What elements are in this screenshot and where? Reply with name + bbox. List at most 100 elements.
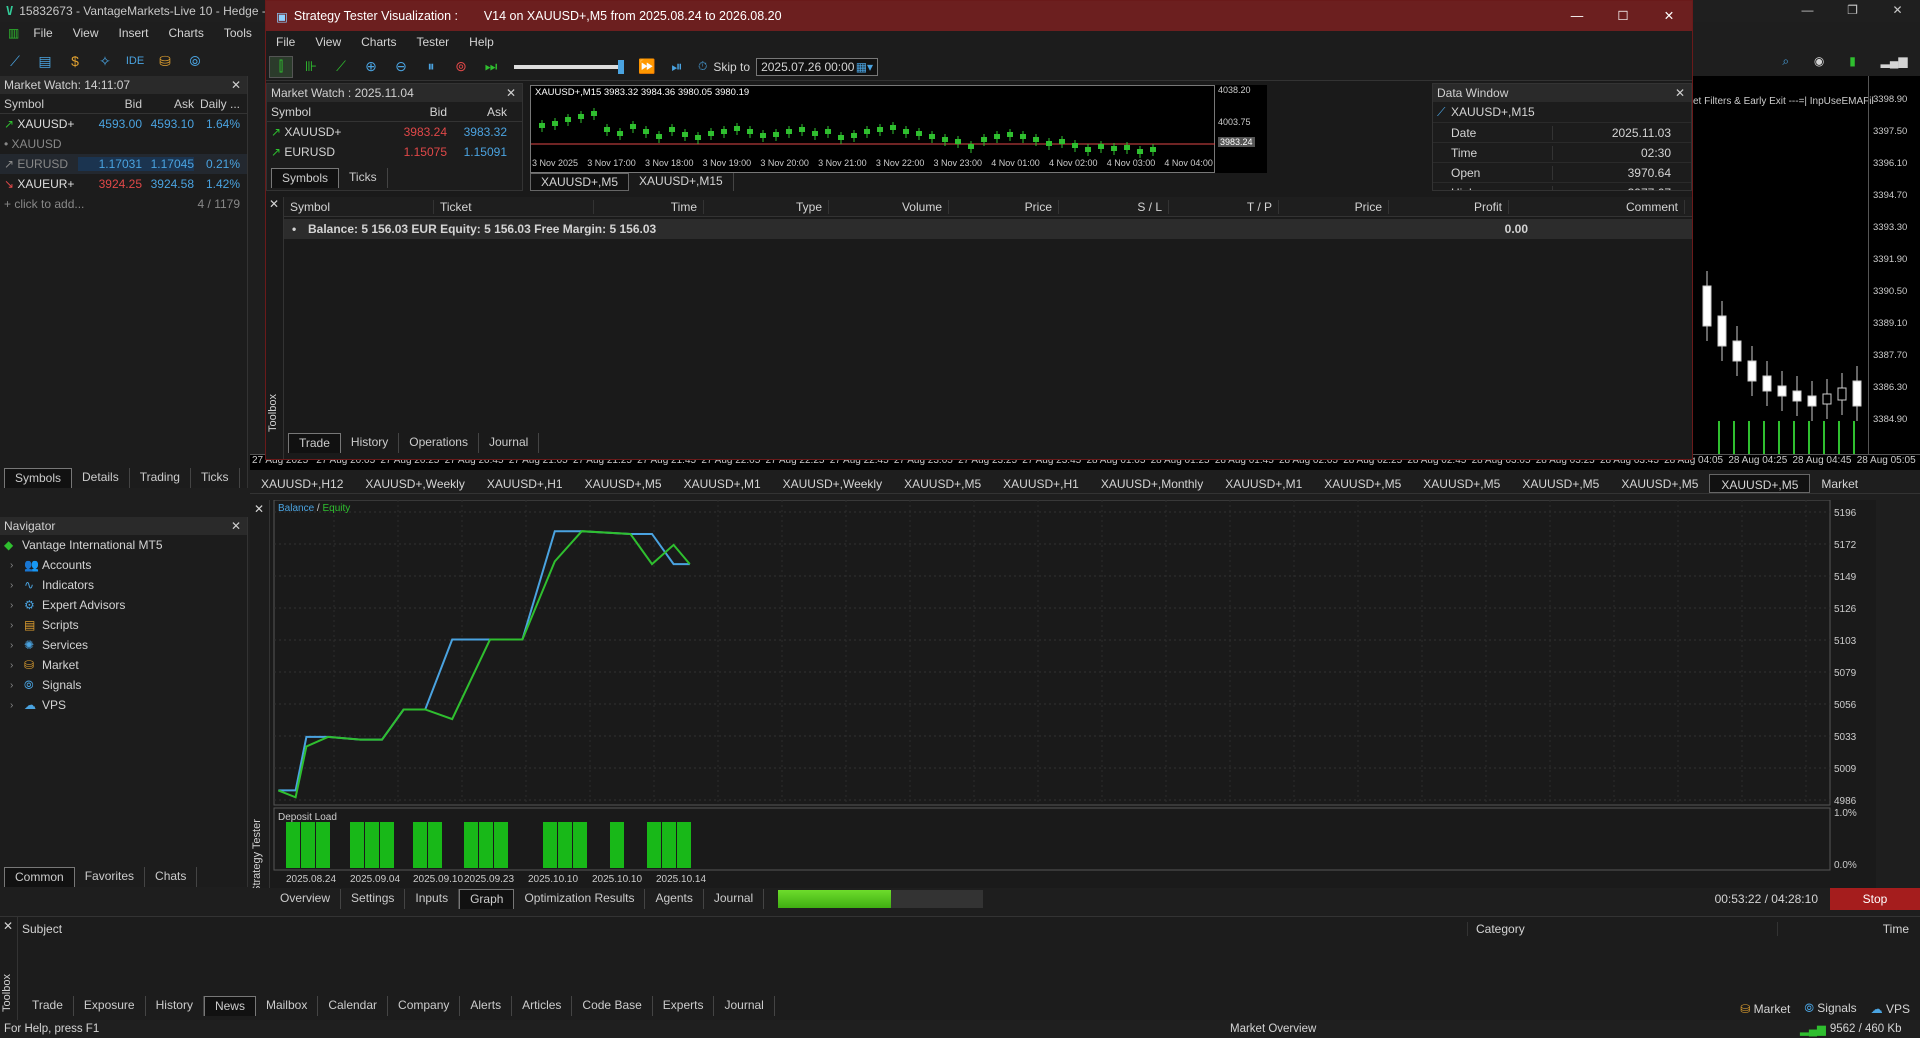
chart-tab[interactable]: XAUUSD+,M5 [1412,474,1511,493]
speed-slider[interactable] [514,59,624,74]
chevron-right-icon[interactable]: › [10,560,24,571]
tester-tab[interactable]: Optimization Results [514,889,646,909]
table-row[interactable]: ↗ XAUUSD+ 3983.24 3983.32 [267,122,522,142]
trade-col[interactable]: Ticket [434,199,594,214]
toolbox-tab[interactable]: Code Base [572,996,653,1016]
toolbox-tab[interactable]: Exposure [74,996,146,1016]
nav-item-indicators[interactable]: › ∿ Indicators [0,575,247,595]
tester-tab[interactable]: Overview [270,889,342,909]
trade-col[interactable]: Comment [1509,199,1685,214]
menu-view[interactable]: View [305,35,351,49]
tab-trade[interactable]: Trade [288,433,341,453]
chevron-right-icon[interactable]: › [10,680,24,691]
tab-symbols[interactable]: Symbols [271,168,340,188]
strategy-icon[interactable]: ✧ [93,50,117,72]
tester-tab[interactable]: Journal [704,889,765,909]
restore-icon[interactable]: ❐ [1830,0,1875,22]
col-symbol[interactable]: Symbol [0,97,78,111]
signals-link[interactable]: ⦾ Signals [1804,1001,1856,1016]
tab-ticks[interactable]: Ticks [191,468,240,488]
chart-menu-icon[interactable]: ▥ [0,26,23,40]
table-row[interactable]: ↗ XAUUSD+ 4593.00 4593.10 1.64% [0,114,247,134]
close-icon[interactable]: ✕ [506,86,522,100]
tester-tab[interactable]: Agents [645,889,704,909]
menu-charts[interactable]: Charts [159,26,214,40]
col-bid[interactable]: Bid [78,97,142,111]
chevron-right-icon[interactable]: › [10,620,24,631]
tester-tab[interactable]: Graph [459,889,515,909]
step-icon[interactable]: ⏭ [479,56,503,78]
close-icon[interactable]: ✕ [231,78,247,92]
add-symbol-row[interactable]: + click to add... 4 / 1179 [0,194,247,214]
col-category[interactable]: Category [1468,922,1778,936]
tester-tab[interactable]: Inputs [405,889,460,909]
chart-tab[interactable]: XAUUSD+,M5 [1709,474,1811,493]
chevron-right-icon[interactable]: › [10,580,24,591]
skip-date-input[interactable]: 2025.07.26 00:00 ▦▾ [756,57,879,76]
zoom-in-icon[interactable]: ⊕ [359,56,383,78]
table-row[interactable]: • XAUUSD [0,134,247,154]
fast-forward-icon[interactable]: ⏩ [635,56,659,78]
toolbox-tab[interactable]: News [203,996,256,1016]
nav-item-signals[interactable]: › ⦾ Signals [0,675,247,695]
tab-common[interactable]: Common [4,867,75,887]
chevron-right-icon[interactable]: › [10,640,24,651]
market-bag-icon[interactable]: ⛁ [153,50,177,72]
nav-item-vps[interactable]: › ☁ VPS [0,695,247,715]
chart-tab[interactable]: XAUUSD+,H1 [476,474,574,493]
trade-col[interactable]: Profit [1389,199,1509,214]
close-icon[interactable]: ✕ [269,197,279,211]
minimize-icon[interactable]: — [1785,0,1830,22]
vps-link[interactable]: ☁ VPS [1871,1002,1910,1016]
zoom-out-icon[interactable]: ⊖ [389,56,413,78]
menu-tools[interactable]: Tools [214,26,262,40]
chart-tab[interactable]: XAUUSD+,H1 [992,474,1090,493]
chart-tab[interactable]: XAUUSD+,Weekly [354,474,475,493]
tab-favorites[interactable]: Favorites [75,867,146,887]
chart-tab[interactable]: XAUUSD+,M5 [893,474,992,493]
connection-icon[interactable]: ▮ [1849,54,1856,68]
table-row[interactable]: ↗ EURUSD 1.15075 1.15091 [267,142,522,162]
stop-icon[interactable]: ⊚ [449,56,473,78]
tab-chats[interactable]: Chats [145,867,198,887]
candle-icon[interactable]: ⊪ [299,56,323,78]
menu-view[interactable]: View [63,26,109,40]
table-row[interactable]: ↘ XAUEUR+ 3924.25 3924.58 1.42% [0,174,247,194]
market-link[interactable]: ⛁ Market [1740,1002,1790,1016]
chart-tab[interactable]: XAUUSD+,M5 [1511,474,1610,493]
nav-item-expert-advisors[interactable]: › ⚙ Expert Advisors [0,595,247,615]
close-icon[interactable]: ✕ [254,502,264,516]
table-row[interactable]: ↗ EURUSD 1.17031 1.17045 0.21% [0,154,247,174]
trade-col[interactable]: Price [949,199,1059,214]
line-chart-icon[interactable]: ⟋ [329,56,353,78]
menu-tester[interactable]: Tester [406,35,459,49]
toolbox-tab[interactable]: Company [388,996,461,1016]
nav-item-scripts[interactable]: › ▤ Scripts [0,615,247,635]
trade-col[interactable]: T / P [1169,199,1279,214]
timeframe-icon[interactable]: ▤ [33,50,57,72]
menu-insert[interactable]: Insert [108,26,158,40]
close-icon[interactable]: ✕ [1875,0,1920,22]
navigator-root[interactable]: ◆ Vantage International MT5 [0,535,247,555]
col-ask[interactable]: Ask [447,105,507,119]
close-icon[interactable]: ✕ [1675,86,1691,100]
toolbox-tab[interactable]: Journal [714,996,775,1016]
tab-m15[interactable]: XAUUSD+,M15 [629,173,734,191]
maximize-icon[interactable]: ☐ [1600,1,1646,31]
chart-tab[interactable]: XAUUSD+,Weekly [772,474,893,493]
ide-icon[interactable]: IDE [123,50,147,72]
chart-tab[interactable]: XAUUSD+,M1 [673,474,772,493]
tab-journal[interactable]: Journal [479,433,540,453]
calendar-icon[interactable]: ▦▾ [856,60,873,74]
menu-help[interactable]: Help [459,35,504,49]
trade-col[interactable]: S / L [1059,199,1169,214]
col-symbol[interactable]: Symbol [267,105,387,119]
tester-tab[interactable]: Settings [341,889,406,909]
chart-tab[interactable]: XAUUSD+,M5 [1610,474,1709,493]
signal-icon[interactable]: ⦾ [183,50,207,72]
chart-tab[interactable]: XAUUSD+,M5 [574,474,673,493]
chart-tab[interactable]: XAUUSD+,M1 [1214,474,1313,493]
toolbox-tab[interactable]: Articles [512,996,573,1016]
chart-type-icon[interactable]: ⟋ [3,50,27,72]
toolbox-tab[interactable]: Calendar [318,996,389,1016]
